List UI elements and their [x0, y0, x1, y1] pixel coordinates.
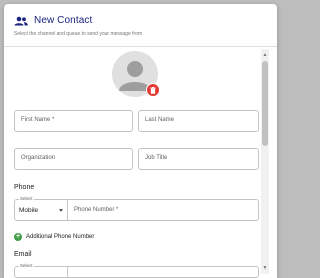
dialog-title: New Contact — [34, 15, 93, 26]
contacts-icon — [14, 16, 28, 26]
organization-field[interactable]: Organization — [14, 148, 133, 170]
scroll-thumb[interactable] — [262, 61, 268, 146]
email-section-label: Email — [14, 251, 32, 258]
dialog-subtitle: Select the channel and queue to send you… — [14, 31, 143, 37]
avatar-upload[interactable] — [112, 51, 160, 99]
phone-number-placeholder: Phone Number * — [74, 207, 119, 213]
add-phone-button[interactable]: + Additional Phone Number — [14, 232, 94, 241]
add-phone-label: Additional Phone Number — [26, 233, 95, 240]
scroll-down-arrow-icon[interactable]: ▼ — [261, 264, 269, 272]
first-name-field[interactable]: First Name * — [14, 110, 133, 132]
job-title-placeholder: Job Title — [145, 155, 168, 161]
email-field[interactable] — [68, 266, 259, 278]
organization-placeholder: Organization — [21, 155, 56, 161]
email-type-select[interactable]: Select — [14, 263, 68, 278]
delete-avatar-button[interactable] — [146, 83, 160, 97]
scroll-up-arrow-icon[interactable]: ▲ — [261, 51, 269, 59]
first-name-placeholder: First Name * — [21, 117, 55, 123]
dialog-header: New Contact Select the channel and queue… — [4, 4, 277, 48]
trash-icon — [150, 86, 156, 94]
phone-number-field[interactable]: Phone Number * — [68, 199, 259, 221]
phone-type-select[interactable]: Select Mobile — [14, 196, 68, 221]
last-name-field[interactable]: Last Name — [138, 110, 259, 132]
phone-section-label: Phone — [14, 184, 35, 191]
job-title-field[interactable]: Job Title — [138, 148, 259, 170]
plus-icon: + — [14, 232, 22, 241]
last-name-placeholder: Last Name — [145, 117, 175, 123]
vertical-scrollbar[interactable]: ▲ ▼ — [261, 49, 269, 274]
email-type-legend: Select — [19, 263, 34, 268]
chevron-down-icon — [59, 209, 63, 212]
phone-type-legend: Select — [19, 196, 34, 201]
phone-type-value: Mobile — [19, 207, 39, 214]
